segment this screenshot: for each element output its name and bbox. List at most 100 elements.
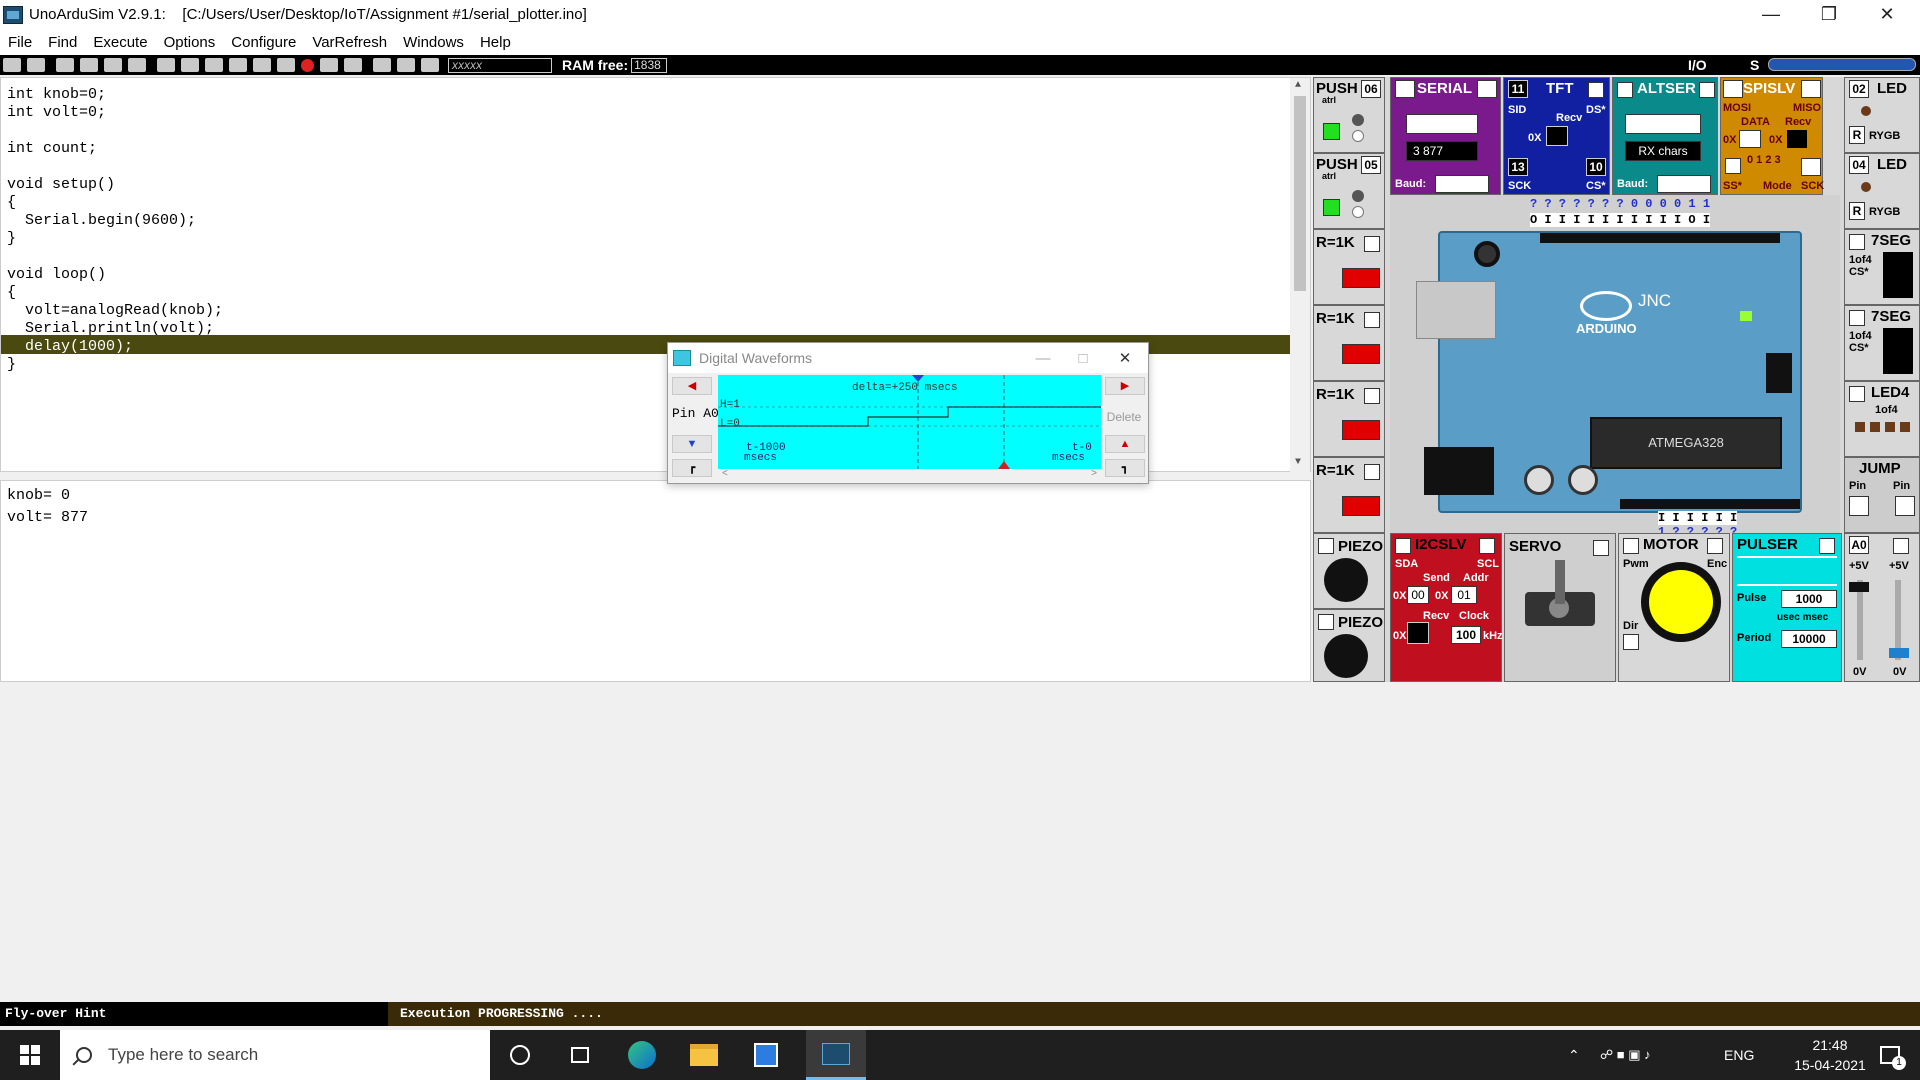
code-line[interactable]: } [7, 354, 16, 376]
right-cursor-marker[interactable] [998, 461, 1010, 469]
help-icon[interactable] [344, 58, 362, 72]
led-pin[interactable]: 04 [1849, 156, 1869, 174]
tft-pin[interactable]: 11 [1508, 80, 1528, 98]
variables-pane[interactable]: knob= 0 volt= 877 [0, 480, 1311, 682]
run-to-icon[interactable] [181, 58, 199, 72]
scroll-thumb[interactable] [1294, 96, 1306, 291]
waveforms-close-button[interactable]: ✕ [1105, 343, 1145, 373]
reset-icon[interactable] [320, 58, 338, 72]
language-indicator[interactable]: ENG [1724, 1030, 1754, 1080]
waveforms-hscroll[interactable]: < > [718, 468, 1101, 481]
seg-box[interactable] [1849, 310, 1865, 326]
run-until-icon[interactable] [205, 58, 223, 72]
delete-button[interactable]: Delete [1101, 397, 1147, 437]
led4-box[interactable] [1849, 386, 1865, 402]
menu-execute[interactable]: Execute [85, 34, 155, 51]
task-view-icon[interactable] [564, 1039, 596, 1071]
binoculars-icon[interactable] [421, 58, 439, 72]
code-line[interactable]: int volt=0; [7, 102, 106, 124]
open-icon[interactable] [3, 58, 21, 72]
seg-box[interactable] [1849, 234, 1865, 250]
resistor-pin-box[interactable] [1364, 464, 1380, 480]
code-scrollbar[interactable]: ▲ ▼ [1290, 78, 1310, 473]
unoardusim-taskbar-icon[interactable] [806, 1030, 866, 1080]
forward-icon[interactable] [80, 58, 98, 72]
scroll-down-icon[interactable]: ▼ [1295, 457, 1301, 468]
trigger-fall-button[interactable]: ┓ [1105, 459, 1145, 477]
hscroll-left-icon[interactable]: < [722, 468, 728, 479]
pulser-period-input[interactable]: 10000 [1781, 630, 1837, 648]
trigger-rise-button[interactable]: ┏ [672, 459, 712, 477]
menu-file[interactable]: File [0, 34, 40, 51]
restore-button[interactable]: ❐ [1800, 0, 1858, 29]
pulser-pulse-input[interactable]: 1000 [1781, 590, 1837, 608]
code-line[interactable]: void loop() [7, 264, 106, 286]
jump-box-right[interactable] [1895, 496, 1915, 516]
led-r-box[interactable]: R [1849, 126, 1865, 144]
spislv-ss-box[interactable] [1725, 158, 1741, 174]
a0-slider-track[interactable] [1857, 580, 1863, 660]
close-button[interactable]: ✕ [1858, 0, 1916, 29]
spislv-pin-right[interactable]: 12 [1801, 80, 1821, 98]
io-speed-slider[interactable] [1768, 58, 1916, 71]
a0-box-right[interactable] [1893, 538, 1909, 554]
resistor-pin-box[interactable] [1364, 388, 1380, 404]
altser-baud-select[interactable]: 300 [1657, 175, 1711, 193]
i2c-box-right[interactable] [1479, 538, 1495, 554]
altser-tx-label[interactable]: TX chars [1625, 114, 1701, 134]
menu-configure[interactable]: Configure [223, 34, 304, 51]
jump-box-left[interactable] [1849, 496, 1869, 516]
i2c-clock-input[interactable]: 100 [1451, 626, 1481, 644]
code-line[interactable]: Serial.begin(9600); [7, 210, 196, 232]
halt-icon[interactable] [253, 58, 271, 72]
serial-tx-value[interactable]: 3 877 [1406, 141, 1478, 161]
altser-rx-label[interactable]: RX chars [1625, 141, 1701, 161]
scroll-left-button[interactable]: ◀ [672, 377, 712, 395]
led-pin[interactable]: 02 [1849, 80, 1869, 98]
breakpoint-icon[interactable] [373, 58, 391, 72]
code-line[interactable]: } [7, 228, 16, 250]
file-explorer-icon[interactable] [688, 1039, 720, 1071]
push-pin[interactable]: 06 [1361, 80, 1381, 98]
minimize-button[interactable]: — [1742, 0, 1800, 29]
cortana-icon[interactable] [504, 1039, 536, 1071]
edge-icon[interactable] [626, 1039, 658, 1071]
push-knob-2[interactable] [1352, 206, 1364, 218]
reset-button[interactable] [1474, 241, 1500, 267]
push-pin[interactable]: 05 [1361, 156, 1381, 174]
step-over-icon[interactable] [128, 58, 146, 72]
code-line[interactable]: delay(1000); [7, 336, 133, 358]
left-cursor-marker[interactable] [912, 375, 924, 382]
a0-pin[interactable]: A0 [1849, 536, 1869, 554]
a0-slider-thumb[interactable] [1849, 582, 1869, 592]
spislv-pin-left[interactable]: 11 [1723, 80, 1743, 98]
scroll-right-button[interactable]: ▶ [1105, 377, 1145, 395]
stop-icon[interactable] [301, 58, 314, 72]
notification-icon[interactable]: 1 [1880, 1030, 1906, 1080]
run-icon[interactable] [229, 58, 247, 72]
spislv-pin-13[interactable]: 13 [1801, 158, 1821, 176]
zoom-in-button[interactable]: ▼ [672, 435, 712, 453]
piezo-pin-box[interactable] [1318, 614, 1334, 630]
hscroll-right-icon[interactable]: > [1091, 468, 1097, 479]
i2c-addr-input[interactable]: 01 [1451, 586, 1477, 604]
altser-box-left[interactable] [1617, 82, 1633, 98]
animate-icon[interactable] [277, 58, 295, 72]
piezo-pin-box[interactable] [1318, 538, 1334, 554]
step-out-icon[interactable] [157, 58, 175, 72]
spislv-data-input[interactable]: ff [1739, 130, 1761, 148]
i2c-box-left[interactable] [1395, 538, 1411, 554]
taskbar-search[interactable]: Type here to search [60, 1030, 490, 1080]
push-knob[interactable] [1352, 114, 1364, 126]
back-icon[interactable] [56, 58, 74, 72]
tray-chevron-icon[interactable]: ⌃ [1568, 1030, 1580, 1080]
scroll-up-icon[interactable]: ▲ [1295, 80, 1301, 91]
tft-box[interactable] [1588, 82, 1604, 98]
tft-pin-13[interactable]: 13 [1508, 158, 1528, 176]
serial-tx-label[interactable]: TX chars [1406, 114, 1478, 134]
menu-help[interactable]: Help [472, 34, 519, 51]
push-knob[interactable] [1352, 190, 1364, 202]
menu-options[interactable]: Options [156, 34, 224, 51]
menu-find[interactable]: Find [40, 34, 85, 51]
code-line[interactable]: void setup() [7, 174, 115, 196]
